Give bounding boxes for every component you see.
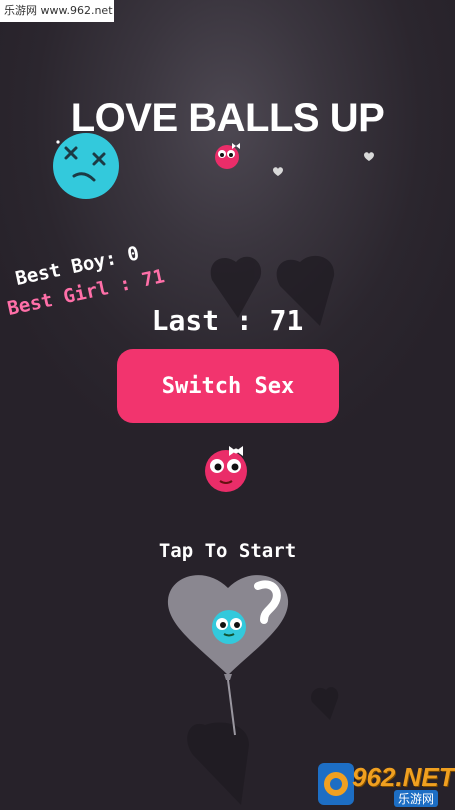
watermark-top: 乐游网 www.962.net — [0, 0, 114, 22]
game-title: LOVE BALLS UP — [70, 96, 385, 140]
dizzy-boy-ball-icon — [53, 133, 119, 199]
boy-ball-icon — [212, 610, 246, 644]
tap-to-start-label[interactable]: Tap To Start — [0, 540, 455, 562]
watermark-bottom-sub: 乐游网 — [394, 790, 439, 807]
last-score: Last : 71 — [151, 304, 304, 337]
bg-heart-icon — [187, 722, 249, 805]
girl-ball-icon — [205, 446, 247, 492]
switch-sex-button[interactable]: Switch Sex — [117, 349, 339, 423]
bg-heart-icon — [311, 687, 339, 720]
heart-balloon-icon[interactable] — [167, 575, 289, 736]
small-heart-icon — [273, 167, 283, 176]
small-heart-icon — [364, 152, 374, 161]
small-girl-ball-icon — [215, 143, 240, 169]
watermark-bottom-text: 962.NET — [352, 762, 455, 792]
